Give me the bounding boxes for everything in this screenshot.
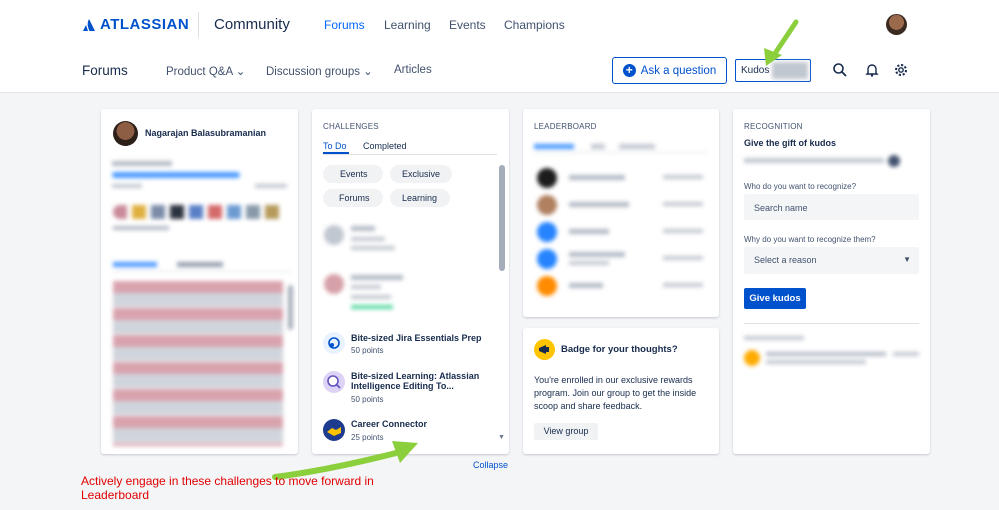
kudos-label: Kudos <box>741 65 770 76</box>
discussion-groups-dropdown[interactable]: Discussion groups ⌄ <box>266 64 373 78</box>
recognition-card: RECOGNITION Give the gift of kudos Who d… <box>733 109 930 454</box>
brand-name: ATLASSIAN <box>100 16 190 33</box>
reason-select[interactable]: Select a reason ▼ <box>744 247 919 274</box>
magnifier-badge-icon <box>327 375 341 389</box>
plus-icon: + <box>622 64 636 77</box>
profile-name[interactable]: Nagarajan Balasubramanian <box>145 128 266 138</box>
kudos-value-redacted <box>772 62 808 79</box>
badge-card: Badge for your thoughts? You're enrolled… <box>523 328 719 454</box>
filter-forums[interactable]: Forums <box>323 189 383 207</box>
leaderboard-card: LEADERBOARD <box>523 109 719 317</box>
badge-card-title: Badge for your thoughts? <box>561 344 678 355</box>
why-label: Why do you want to recognize them? <box>744 235 876 244</box>
tab-to-do[interactable]: To Do <box>323 141 347 151</box>
view-group-button[interactable]: View group <box>534 423 598 440</box>
challenge-points: 25 points <box>351 433 384 442</box>
ai-editing-challenge-icon <box>323 371 345 393</box>
annotation-note: Actively engage in these challenges to m… <box>81 474 374 502</box>
profile-avatar[interactable] <box>113 121 138 146</box>
ask-question-button[interactable]: + Ask a question <box>612 57 727 84</box>
user-avatar[interactable] <box>886 14 907 35</box>
nav-events[interactable]: Events <box>449 18 486 32</box>
search-icon[interactable] <box>832 62 848 78</box>
product-qa-dropdown[interactable]: Product Q&A ⌄ <box>166 64 245 78</box>
discussion-groups-label: Discussion groups <box>266 66 360 78</box>
career-connector-challenge-icon <box>323 419 345 441</box>
challenges-heading: CHALLENGES <box>323 122 379 131</box>
challenge-points: 50 points <box>351 346 384 355</box>
give-kudos-button[interactable]: Give kudos <box>744 288 806 309</box>
product-name[interactable]: Community <box>214 16 290 33</box>
atlassian-logo[interactable]: ATLASSIAN <box>82 16 189 33</box>
product-qa-label: Product Q&A <box>166 66 233 78</box>
megaphone-glyph-icon <box>539 345 549 354</box>
challenge-points: 50 points <box>351 395 384 404</box>
nav-champions[interactable]: Champions <box>504 18 565 32</box>
chevron-down-icon: ⌄ <box>235 66 246 78</box>
scroll-down-icon[interactable]: ▼ <box>498 434 505 441</box>
reason-select-placeholder: Select a reason <box>754 255 817 265</box>
challenge-title[interactable]: Bite-sized Jira Essentials Prep <box>351 333 491 343</box>
collapse-link[interactable]: Collapse <box>473 460 508 470</box>
search-badge-icon <box>328 337 340 349</box>
search-name-input[interactable]: Search name <box>744 194 919 220</box>
logo-divider <box>198 12 199 38</box>
filter-events[interactable]: Events <box>323 165 383 183</box>
challenge-title[interactable]: Career Connector <box>351 419 427 429</box>
megaphone-icon <box>534 339 555 360</box>
recognition-heading: RECOGNITION <box>744 122 803 131</box>
filter-learning[interactable]: Learning <box>390 189 450 207</box>
tabs-divider <box>323 154 497 155</box>
recognition-divider <box>744 323 919 324</box>
challenges-scrollbar-thumb[interactable] <box>499 165 505 271</box>
caret-down-icon: ▼ <box>903 255 911 264</box>
recognition-subtitle: Give the gift of kudos <box>744 138 837 148</box>
top-header: ATLASSIAN Community Forums Learning Even… <box>0 0 999 93</box>
nav-learning[interactable]: Learning <box>384 18 431 32</box>
chevron-down-icon: ⌄ <box>363 66 373 78</box>
bell-icon[interactable] <box>864 62 880 78</box>
badge-card-body: You're enrolled in our exclusive rewards… <box>534 375 697 411</box>
tab-completed[interactable]: Completed <box>363 141 407 151</box>
leaderboard-heading: LEADERBOARD <box>534 122 597 131</box>
atlassian-mark-icon <box>83 18 95 31</box>
challenges-card: CHALLENGES To Do Completed Events Exclus… <box>312 109 509 454</box>
who-label: Who do you want to recognize? <box>744 182 857 191</box>
page-title: Forums <box>82 63 128 78</box>
challenge-title[interactable]: Bite-sized Learning: Atlassian Intellige… <box>351 371 491 391</box>
gear-icon[interactable] <box>893 62 909 78</box>
handshake-badge-icon <box>327 427 341 436</box>
articles-link[interactable]: Articles <box>394 64 432 76</box>
filter-exclusive[interactable]: Exclusive <box>390 165 452 183</box>
nav-forums[interactable]: Forums <box>324 18 365 32</box>
jira-prep-challenge-icon <box>323 332 345 354</box>
ask-question-label: Ask a question <box>640 64 717 77</box>
profile-card: Nagarajan Balasubramanian <box>101 109 298 454</box>
